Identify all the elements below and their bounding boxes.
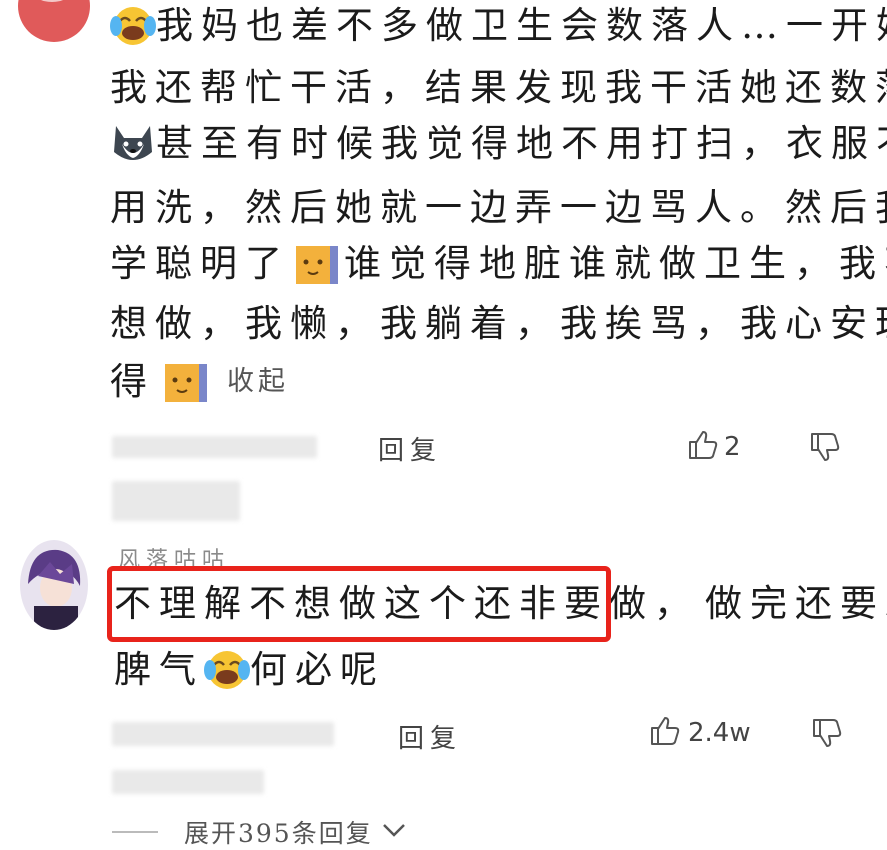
cat-emoji — [163, 360, 209, 404]
chevron-down-icon — [381, 821, 407, 843]
comment2-line2: 脾气 何必呢 — [114, 648, 385, 692]
avatar-top[interactable] — [18, 0, 90, 42]
comment1-line1: 我妈也差不多做卫生会数落人…一开始 — [110, 4, 887, 48]
blurred-meta — [112, 481, 240, 521]
divider-line — [112, 831, 158, 833]
comment1-line5: 学聪明了 谁觉得地脏谁就做卫生，我不 — [110, 242, 887, 286]
comment1-line6: 想做，我懒，我躺着，我挨骂，我心安理 — [110, 302, 887, 345]
dislike-button[interactable] — [810, 716, 844, 754]
comment1-line7: 得 收起 — [110, 360, 289, 404]
laughing-cry-emoji — [204, 648, 250, 692]
comment1-line2: 我还帮忙干活，结果发现我干活她还数落 — [110, 66, 887, 109]
highlight-box — [107, 566, 611, 642]
reply-button[interactable]: 回复 — [378, 430, 442, 467]
thumb-down-icon — [810, 719, 844, 754]
laughing-cry-emoji — [110, 4, 156, 48]
blurred-meta — [112, 722, 334, 746]
comment1-line4: 用洗，然后她就一边弄一边骂人。然后我 — [110, 186, 887, 229]
husky-dog-emoji — [110, 122, 156, 166]
blurred-meta — [112, 770, 264, 794]
thumb-up-icon — [648, 714, 682, 752]
like-button[interactable]: 2.4w — [648, 714, 751, 752]
blurred-meta — [112, 436, 317, 458]
thumb-up-icon — [686, 428, 720, 466]
dislike-button[interactable] — [808, 430, 842, 468]
like-button[interactable]: 2 — [686, 428, 741, 466]
cat-emoji — [294, 242, 340, 286]
collapse-link[interactable]: 收起 — [227, 360, 289, 404]
avatar[interactable] — [20, 540, 88, 630]
comment1-line3: 甚至有时候我觉得地不用打扫，衣服不 — [110, 122, 887, 166]
thumb-down-icon — [808, 433, 842, 468]
reply-button[interactable]: 回复 — [398, 718, 462, 755]
